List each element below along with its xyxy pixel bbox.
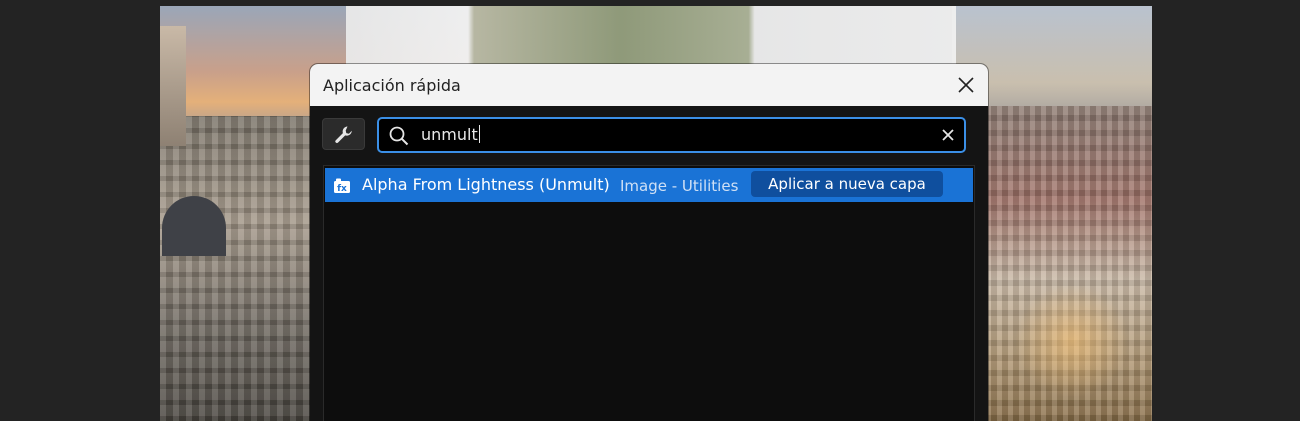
result-row[interactable]: fx Alpha From Lightness (Unmult) Image -… [325, 168, 973, 202]
search-input-text: unmult [421, 125, 478, 144]
result-category: Image - Utilities [620, 177, 739, 195]
quick-apply-dialog: Aplicación rápida unmult fx Alpha From L… [310, 64, 988, 421]
close-icon [958, 77, 974, 93]
apply-to-new-layer-button[interactable]: Aplicar a nueva capa [751, 171, 943, 197]
canvas-tower [160, 26, 186, 146]
text-caret [478, 125, 480, 143]
close-button[interactable] [952, 71, 980, 99]
search-icon [389, 126, 409, 146]
results-list: fx Alpha From Lightness (Unmult) Image -… [323, 165, 975, 421]
tools-button[interactable] [322, 118, 365, 150]
result-name: Alpha From Lightness (Unmult) [362, 175, 610, 194]
dialog-title: Aplicación rápida [323, 76, 461, 95]
canvas-lights [1012, 286, 1132, 396]
canvas-city-left [160, 116, 315, 421]
search-input[interactable]: unmult [421, 125, 480, 144]
wrench-icon [335, 126, 352, 143]
dialog-body: unmult fx Alpha From Lightness (Unmult) … [310, 106, 988, 421]
svg-text:fx: fx [337, 184, 347, 194]
canvas-dome [162, 196, 226, 256]
canvas-washed-area [346, 6, 956, 66]
search-field[interactable]: unmult [377, 117, 966, 153]
dialog-titlebar: Aplicación rápida [310, 64, 988, 106]
effect-icon: fx [334, 178, 350, 194]
clear-search-icon[interactable] [940, 127, 956, 143]
